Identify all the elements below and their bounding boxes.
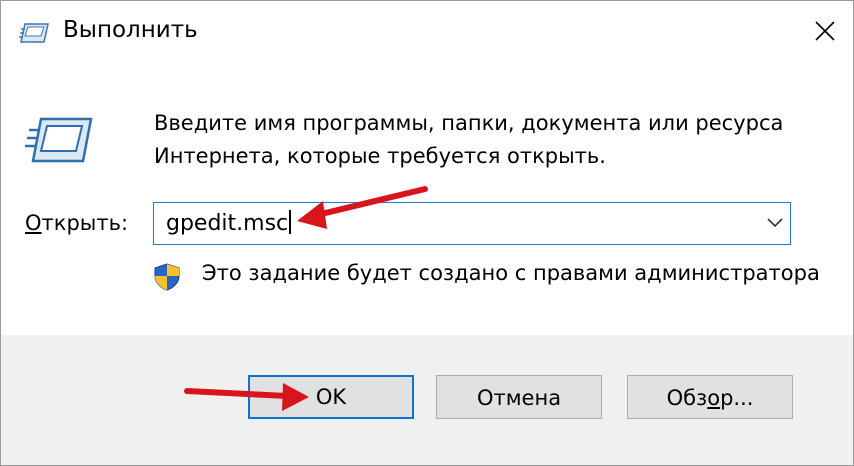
run-icon [19, 21, 49, 45]
open-label-accelerator: О [25, 211, 42, 235]
admin-notice: Это задание будет создано с правами адми… [202, 261, 820, 285]
run-dialog: Выполнить Введите имя программы, папки, … [0, 0, 854, 466]
open-input[interactable]: gpedit.msc [166, 210, 291, 236]
dropdown-button[interactable] [766, 215, 784, 229]
close-icon [815, 21, 835, 41]
browse-label-accelerator: о [707, 386, 721, 410]
text-caret [289, 210, 291, 234]
button-bar: OK Отмена Обзор... [1, 335, 853, 465]
open-label-text: ткрыть: [41, 211, 129, 235]
window-title: Выполнить [63, 17, 198, 43]
chevron-down-icon [767, 218, 783, 228]
run-large-icon [23, 113, 93, 167]
open-label: Открыть: [25, 211, 128, 235]
uac-shield-icon [154, 263, 180, 291]
dialog-description: Введите имя программы, папки, документа … [154, 107, 814, 173]
browse-label-end: р... [720, 386, 754, 410]
title-bar: Выполнить [1, 1, 853, 65]
close-button[interactable] [805, 11, 845, 51]
cancel-button[interactable]: Отмена [436, 375, 602, 419]
open-combobox[interactable]: gpedit.msc [153, 202, 791, 245]
browse-button[interactable]: Обзор... [627, 375, 793, 419]
description-line-1: Введите имя программы, папки, документа … [154, 111, 784, 135]
browse-label-start: Обз [666, 386, 708, 410]
open-input-value: gpedit.msc [166, 211, 289, 236]
ok-button[interactable]: OK [248, 375, 414, 419]
description-line-2: Интернета, которые требуется открыть. [154, 144, 606, 168]
